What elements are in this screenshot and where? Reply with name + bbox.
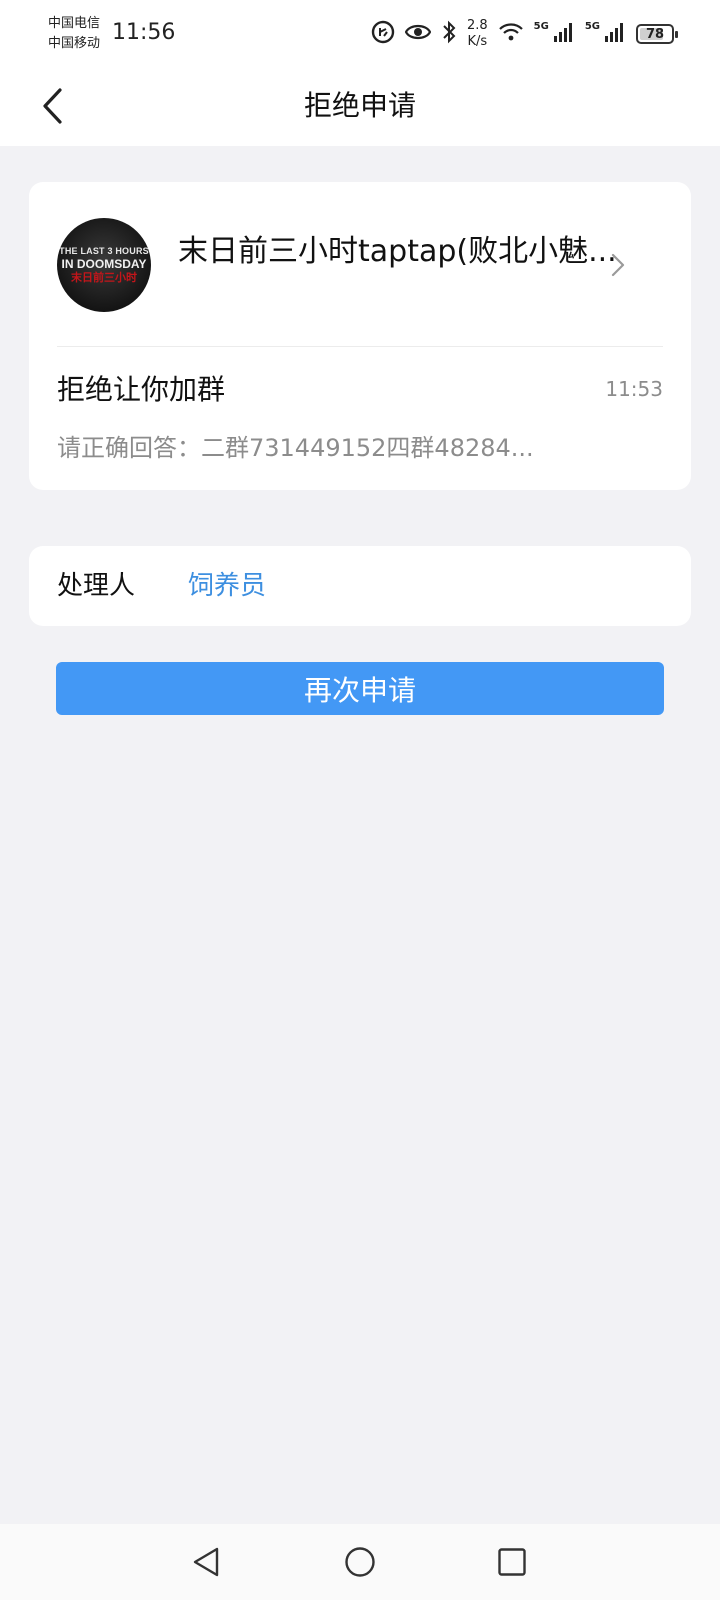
rejection-card: THE LAST 3 HOURS IN DOOMSDAY 末日前三小时 末日前三… [29, 182, 691, 490]
wifi-icon [498, 22, 524, 46]
chevron-right-icon [611, 253, 625, 277]
nav-home-icon [345, 1547, 375, 1577]
status-time: 11:56 [112, 20, 176, 45]
group-info-row[interactable]: THE LAST 3 HOURS IN DOOMSDAY 末日前三小时 末日前三… [29, 182, 691, 347]
nav-home-button[interactable] [336, 1538, 384, 1586]
carrier-1: 中国电信 [48, 16, 101, 31]
divider [57, 346, 663, 347]
carrier-labels: 中国电信 中国移动 [48, 14, 100, 54]
battery-level: 78 [645, 26, 665, 42]
signal-icon [604, 21, 626, 47]
handler-label: 处理人 [57, 571, 136, 601]
signal-2-label: 5G [584, 20, 600, 32]
bluetooth-icon [441, 20, 457, 48]
nav-back-button[interactable] [182, 1538, 230, 1586]
status-icons: 2.8 K/s 5G 5G 78 [371, 16, 678, 52]
handler-name-link[interactable]: 饲养员 [188, 568, 266, 604]
avatar-text-1: THE LAST 3 HOURS [59, 245, 149, 256]
nav-recent-button[interactable] [488, 1538, 536, 1586]
status-bar: 中国电信 中国移动 11:56 2.8 K/s 5G 5G 78 [0, 0, 720, 66]
reapply-button[interactable]: 再次申请 [56, 662, 664, 715]
app-header: 拒绝申请 [0, 66, 720, 146]
nav-recent-icon [498, 1548, 526, 1576]
data-saver-icon [371, 20, 395, 48]
rejection-time: 11:53 [605, 377, 663, 401]
nav-back-icon [193, 1547, 219, 1577]
battery-icon: 78 [636, 24, 678, 44]
carrier-2: 中国移动 [48, 36, 101, 51]
net-speed: 2.8 K/s [466, 18, 488, 49]
rejection-reason: 请正确回答：二群731449152四群48284... [57, 434, 534, 462]
system-nav-bar [0, 1524, 720, 1600]
signal-icon [553, 21, 575, 47]
group-avatar: THE LAST 3 HOURS IN DOOMSDAY 末日前三小时 [57, 218, 151, 312]
handler-card: 处理人 饲养员 [29, 546, 691, 626]
avatar-text-2: IN DOOMSDAY [61, 256, 147, 271]
page-title: 拒绝申请 [303, 89, 416, 122]
group-name: 末日前三小时taptap(败北小魅... [178, 234, 617, 269]
eye-icon [404, 22, 432, 46]
signal-1-label: 5G [533, 20, 549, 32]
rejection-title: 拒绝让你加群 [57, 373, 226, 406]
avatar-text-3: 末日前三小时 [71, 270, 137, 284]
